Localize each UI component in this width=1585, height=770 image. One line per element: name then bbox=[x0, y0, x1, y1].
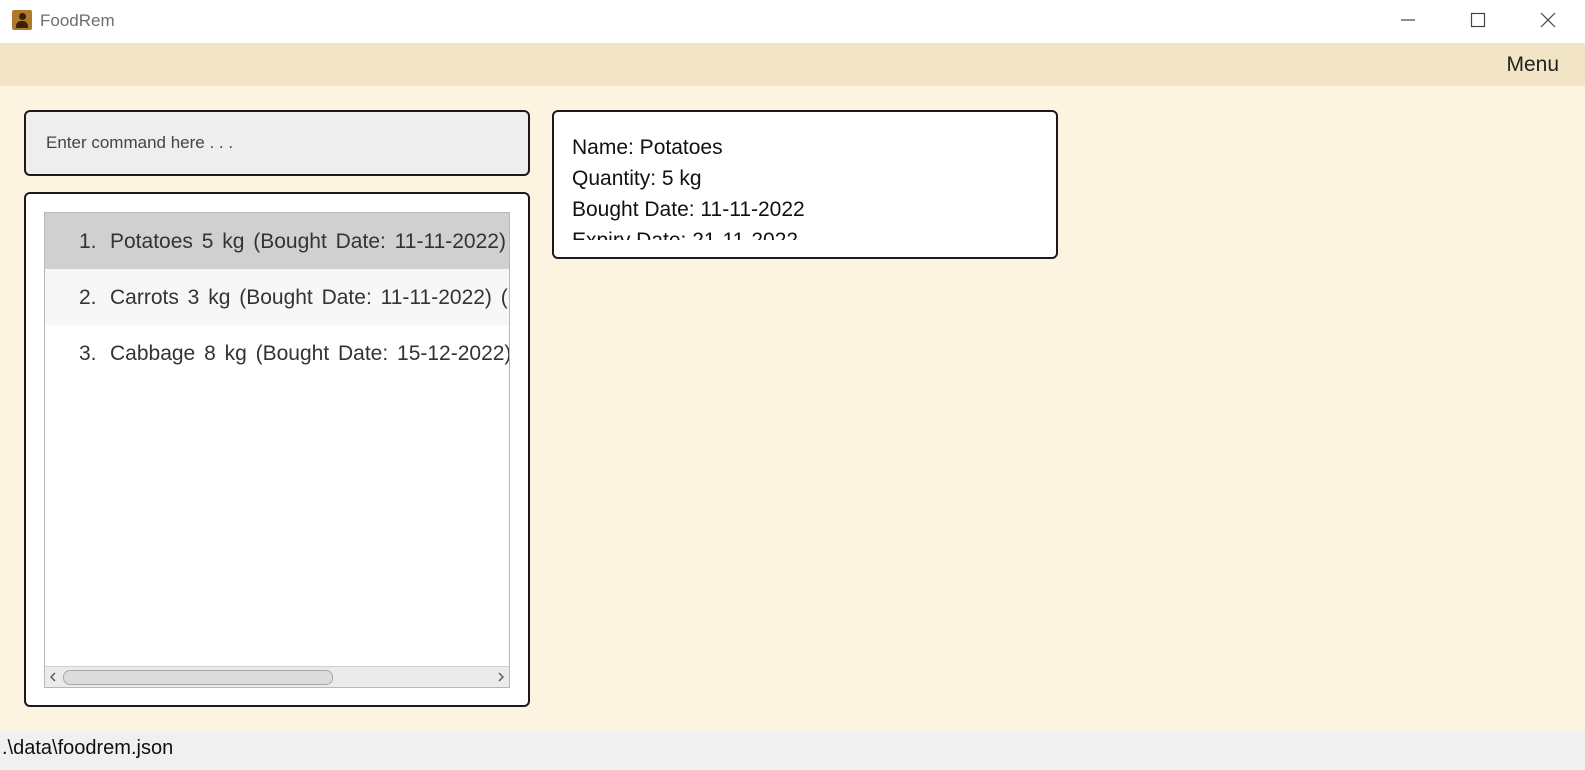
close-icon bbox=[1540, 12, 1556, 28]
minimize-button[interactable] bbox=[1378, 0, 1438, 43]
file-path: .\data\foodrem.json bbox=[2, 737, 174, 759]
detail-expiry-date: Expiry Date: 21-11-2022 bbox=[572, 225, 1032, 240]
maximize-button[interactable] bbox=[1448, 0, 1508, 43]
chevron-right-icon[interactable] bbox=[497, 672, 505, 682]
app-icon bbox=[12, 10, 32, 30]
title-bar: FoodRem bbox=[0, 0, 1585, 43]
list-item-text: Cabbage 8 kg (Bought Date: 15-12-2022) ( bbox=[110, 342, 509, 365]
status-bar: .\data\foodrem.json bbox=[0, 732, 1585, 770]
detail-bought-date: Bought Date: 11-11-2022 bbox=[572, 198, 805, 221]
chevron-left-icon[interactable] bbox=[49, 672, 57, 682]
close-button[interactable] bbox=[1518, 0, 1578, 43]
list-item-index: 3. bbox=[79, 342, 97, 365]
horizontal-scrollbar[interactable] bbox=[45, 666, 509, 687]
list-item[interactable]: 1. Potatoes 5 kg (Bought Date: 11-11-202… bbox=[45, 213, 509, 269]
list-item-index: 2. bbox=[79, 286, 97, 309]
list-item-text: Carrots 3 kg (Bought Date: 11-11-2022) ( bbox=[110, 286, 508, 309]
food-detail-content[interactable]: Name: Potatoes Quantity: 5 kg Bought Dat… bbox=[572, 132, 1032, 240]
window-title: FoodRem bbox=[40, 11, 115, 30]
scrollbar-thumb[interactable] bbox=[63, 670, 333, 685]
food-list-panel: 1. Potatoes 5 kg (Bought Date: 11-11-202… bbox=[24, 192, 530, 707]
list-item[interactable]: 2. Carrots 3 kg (Bought Date: 11-11-2022… bbox=[45, 269, 509, 325]
list-item-text: Potatoes 5 kg (Bought Date: 11-11-2022) … bbox=[110, 230, 509, 253]
maximize-icon bbox=[1470, 12, 1486, 28]
detail-quantity: Quantity: 5 kg bbox=[572, 167, 702, 190]
food-detail-panel: Name: Potatoes Quantity: 5 kg Bought Dat… bbox=[552, 110, 1058, 259]
food-list[interactable]: 1. Potatoes 5 kg (Bought Date: 11-11-202… bbox=[44, 212, 510, 688]
menu-button[interactable]: Menu bbox=[1506, 53, 1559, 77]
list-item[interactable]: 3. Cabbage 8 kg (Bought Date: 15-12-2022… bbox=[45, 325, 509, 381]
list-item-index: 1. bbox=[79, 230, 97, 253]
detail-name: Name: Potatoes bbox=[572, 136, 723, 159]
command-input[interactable] bbox=[44, 126, 508, 160]
minimize-icon bbox=[1401, 19, 1415, 21]
menu-bar: Menu bbox=[0, 43, 1585, 86]
command-box bbox=[24, 110, 530, 176]
